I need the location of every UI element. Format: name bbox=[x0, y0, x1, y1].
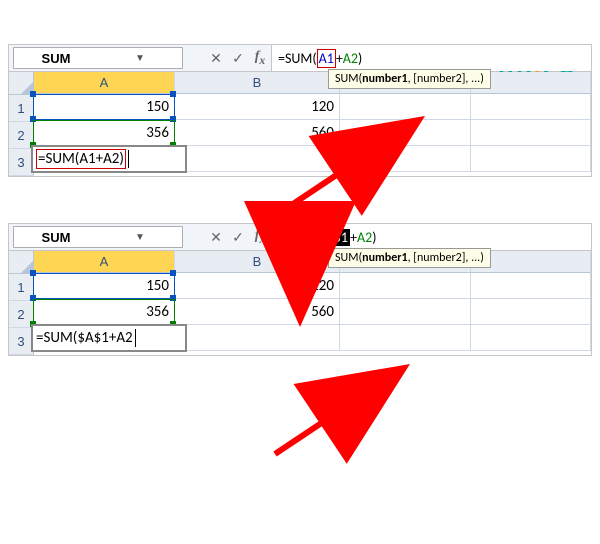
cell-rest1[interactable] bbox=[471, 94, 591, 120]
editing-cell-a3[interactable]: =SUM($A$1+A2 bbox=[31, 324, 187, 352]
cell-a1[interactable]: 150 bbox=[34, 94, 175, 120]
handle-tr bbox=[170, 270, 176, 276]
cell-b3[interactable] bbox=[175, 325, 340, 351]
cell-c2[interactable] bbox=[340, 120, 471, 146]
cell-rest2[interactable] bbox=[471, 120, 591, 146]
text-cursor bbox=[135, 329, 136, 347]
cell-b1[interactable]: 120 bbox=[175, 273, 340, 299]
fx-icon[interactable]: fx bbox=[249, 228, 271, 246]
col-header-b[interactable]: B bbox=[175, 72, 340, 94]
cell-rest1[interactable] bbox=[471, 273, 591, 299]
cell-c3[interactable] bbox=[340, 325, 471, 351]
cell-b1[interactable]: 120 bbox=[175, 94, 340, 120]
enter-icon[interactable]: ✓ bbox=[227, 50, 249, 67]
name-box[interactable]: SUM ▼ bbox=[13, 226, 183, 248]
name-box[interactable]: SUM ▼ bbox=[13, 47, 183, 69]
handle-tr bbox=[170, 91, 176, 97]
fx-icon[interactable]: fx bbox=[249, 49, 271, 67]
handle-tl bbox=[30, 270, 36, 276]
cell-b3[interactable] bbox=[175, 146, 340, 172]
cell-a2[interactable]: 356 bbox=[34, 120, 175, 146]
col-header-b[interactable]: B bbox=[175, 251, 340, 273]
excel-panel-bottom: SUM ▼ ✕ ✓ fx =SUM($A$1+A2) SUM(number1, … bbox=[8, 223, 592, 356]
formula-bar-row: SUM ▼ ✕ ✓ fx =SUM(A1+A2) SUM(number1, [n… bbox=[9, 45, 591, 72]
handle-br bbox=[170, 116, 176, 122]
cell-a2[interactable]: 356 bbox=[34, 299, 175, 325]
ref-a1-highlighted: A1 bbox=[317, 49, 336, 68]
cell-rest3[interactable] bbox=[471, 146, 591, 172]
excel-panel-top: SUM ▼ ✕ ✓ fx =SUM(A1+A2) SUM(number1, [n… bbox=[8, 44, 592, 177]
name-box-value: SUM bbox=[14, 51, 98, 66]
cell-c1[interactable] bbox=[340, 273, 471, 299]
cell-rest2[interactable] bbox=[471, 299, 591, 325]
editing-cell-a3[interactable]: =SUM(A1+A2) bbox=[31, 145, 187, 173]
formula-buttons: ✕ ✓ fx bbox=[205, 224, 271, 250]
cell-c3[interactable] bbox=[340, 146, 471, 172]
cell-b2[interactable]: 560 bbox=[175, 120, 340, 146]
handle-tl bbox=[30, 91, 36, 97]
dropdown-icon[interactable]: ▼ bbox=[98, 232, 182, 243]
formula-buttons: ✕ ✓ fx bbox=[205, 45, 271, 71]
name-box-value: SUM bbox=[14, 230, 98, 245]
cell-b2[interactable]: 560 bbox=[175, 299, 340, 325]
formula-bar-row: SUM ▼ ✕ ✓ fx =SUM($A$1+A2) SUM(number1, … bbox=[9, 224, 591, 251]
col-header-a[interactable]: A bbox=[34, 251, 175, 273]
text-cursor bbox=[128, 150, 129, 168]
arrow-bottom bbox=[265, 364, 425, 467]
grid: 1 2 3 A B C 150 120 356 560 bbox=[9, 251, 591, 355]
cell-c2[interactable] bbox=[340, 299, 471, 325]
dropdown-icon[interactable]: ▼ bbox=[98, 53, 182, 64]
handle-bl bbox=[30, 116, 36, 122]
handle-br bbox=[170, 295, 176, 301]
cancel-icon[interactable]: ✕ bbox=[205, 50, 227, 67]
function-tooltip: SUM(number1, [number2], ...) bbox=[328, 69, 491, 89]
grid: 1 2 3 A B C 150 120 356 560 bbox=[9, 72, 591, 176]
function-tooltip: SUM(number1, [number2], ...) bbox=[328, 248, 491, 268]
cell-c1[interactable] bbox=[340, 94, 471, 120]
enter-icon[interactable]: ✓ bbox=[227, 229, 249, 246]
cell-rest3[interactable] bbox=[471, 325, 591, 351]
cancel-icon[interactable]: ✕ bbox=[205, 229, 227, 246]
formula-bar[interactable]: =SUM(A1+A2) SUM(number1, [number2], ...) bbox=[271, 45, 591, 71]
ref-abs-highlighted: $A$1 bbox=[317, 229, 350, 246]
formula-bar[interactable]: =SUM($A$1+A2) SUM(number1, [number2], ..… bbox=[271, 224, 591, 250]
col-header-a[interactable]: A bbox=[34, 72, 175, 94]
handle-bl bbox=[30, 295, 36, 301]
cell-a1[interactable]: 150 bbox=[34, 273, 175, 299]
